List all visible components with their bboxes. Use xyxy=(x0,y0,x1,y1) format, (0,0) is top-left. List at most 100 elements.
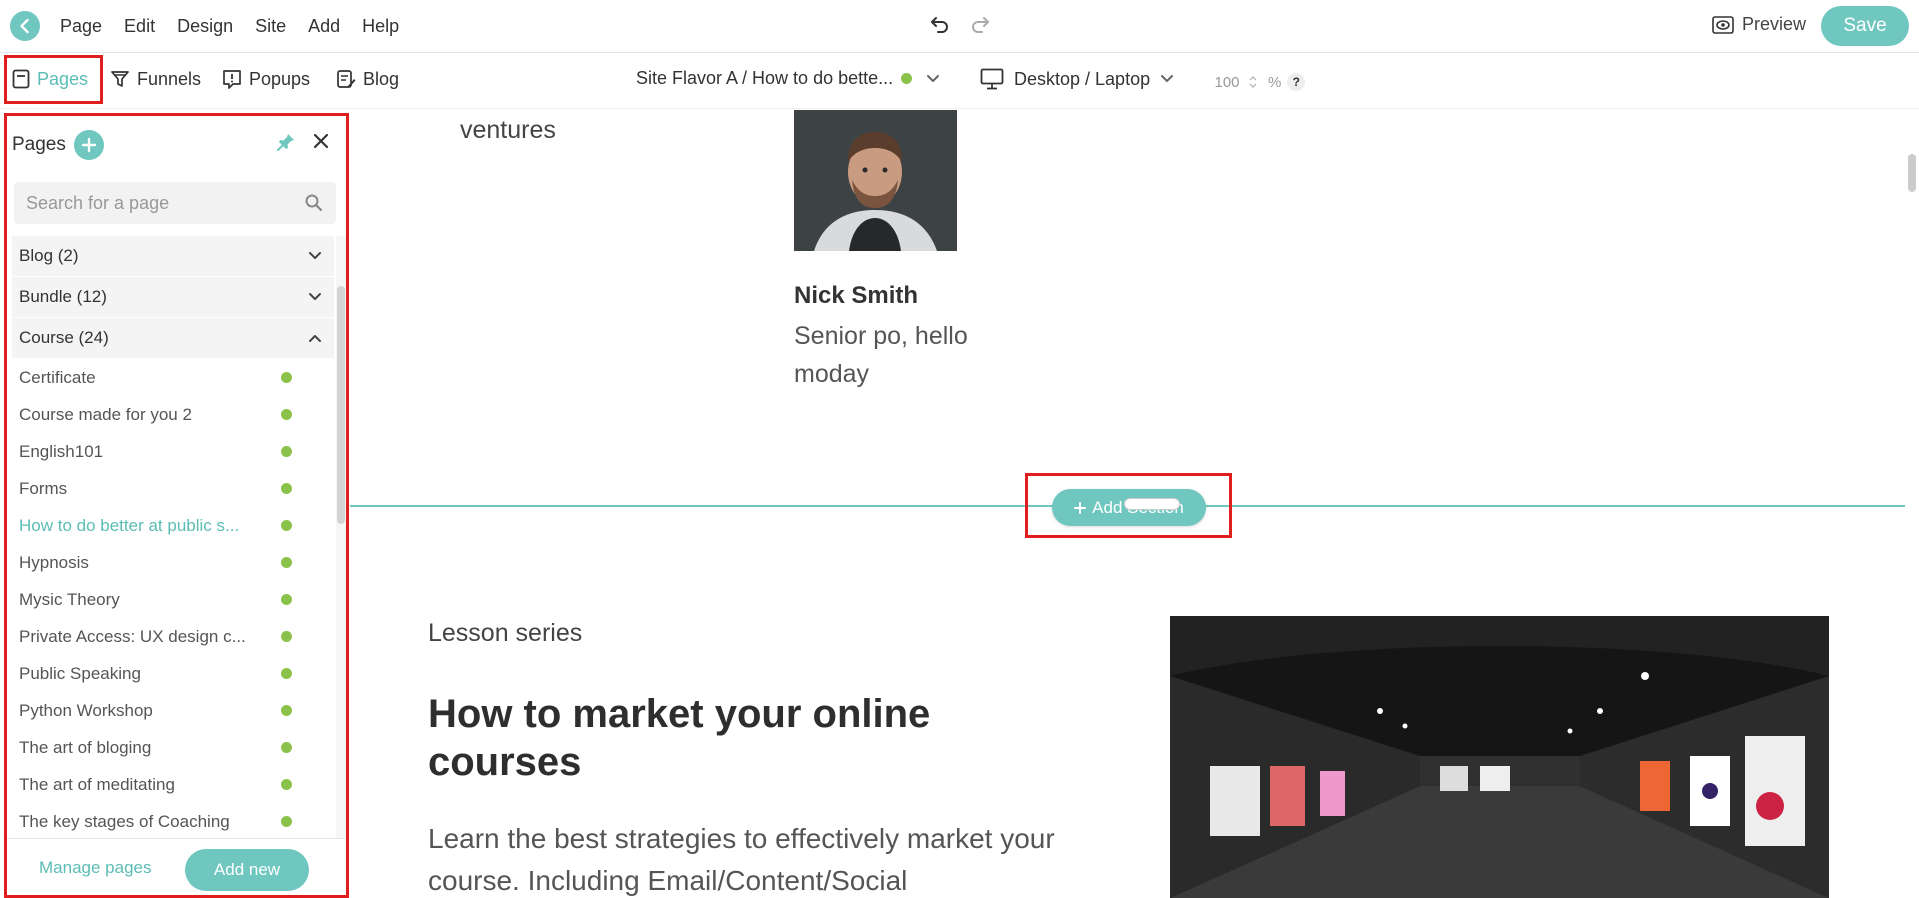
resize-handle[interactable] xyxy=(1124,498,1180,510)
gallery-image[interactable] xyxy=(1170,616,1829,898)
zoom-input[interactable]: 100 xyxy=(1210,70,1262,94)
chevron-down-icon xyxy=(927,74,940,82)
list-item[interactable]: Private Access: UX design c... xyxy=(12,618,334,655)
chevron-down-icon xyxy=(309,252,321,259)
list-item[interactable]: Hypnosis xyxy=(12,544,334,581)
editor-toolbar: Pages Funnels Popups Blog Site Flavor A … xyxy=(0,54,1919,109)
list-item[interactable]: Python Workshop xyxy=(12,692,334,729)
tab-funnels[interactable]: Funnels xyxy=(110,54,201,104)
group-label: Blog (2) xyxy=(19,246,79,265)
monitor-icon xyxy=(980,68,1004,90)
panel-title: Pages xyxy=(12,134,66,155)
group-label: Bundle (12) xyxy=(19,287,107,306)
search-input[interactable] xyxy=(26,192,304,214)
page-name: Private Access: UX design c... xyxy=(19,626,246,646)
page-name: Python Workshop xyxy=(19,700,153,720)
panel-scrollbar-thumb[interactable] xyxy=(337,286,345,524)
page-name: The art of meditating xyxy=(19,774,175,794)
status-dot xyxy=(281,446,292,457)
tab-pages[interactable]: Pages xyxy=(12,54,88,104)
status-dot xyxy=(281,816,292,827)
menu-item-page[interactable]: Page xyxy=(60,16,102,37)
avatar[interactable] xyxy=(794,110,957,251)
plus-icon xyxy=(81,137,97,153)
chevron-left-icon xyxy=(20,18,29,34)
pin-icon[interactable] xyxy=(276,132,296,152)
status-dot xyxy=(281,594,292,605)
preview-label: Preview xyxy=(1742,14,1807,34)
menu-item-site[interactable]: Site xyxy=(255,16,286,37)
person-role: Senior po, hello moday xyxy=(794,322,968,388)
group-course[interactable]: Course (24) xyxy=(12,318,334,359)
zoom-control: 100 % ? xyxy=(1210,70,1306,94)
page-name: Mysic Theory xyxy=(19,589,120,609)
site-flavor-label: Site Flavor A / How to do bette... xyxy=(636,68,894,88)
lesson-label: Lesson series xyxy=(428,619,583,647)
list-item[interactable]: Forms xyxy=(12,470,334,507)
list-item-active[interactable]: How to do better at public s... xyxy=(12,507,334,544)
page-name: Public Speaking xyxy=(19,663,141,683)
help-icon[interactable]: ? xyxy=(1287,73,1306,91)
list-item[interactable]: Mysic Theory xyxy=(12,581,334,618)
gallery-photo xyxy=(1170,616,1829,898)
device-selector[interactable]: Desktop / Laptop xyxy=(980,68,1174,90)
add-new-button[interactable]: Add new xyxy=(185,849,309,891)
page-groups: Blog (2) Bundle (12) Course (24) xyxy=(12,236,334,359)
person-name: Nick Smith xyxy=(794,282,919,309)
list-item[interactable]: The art of bloging xyxy=(12,729,334,766)
save-button[interactable]: Save xyxy=(1821,6,1909,46)
panel-footer: Manage pages Add new xyxy=(6,838,348,898)
back-button[interactable] xyxy=(10,11,40,41)
page-name: Hypnosis xyxy=(19,552,89,572)
page-name: Course made for you 2 xyxy=(19,404,192,424)
status-dot xyxy=(281,742,292,753)
main-menu: Page Edit Design Site Add Help xyxy=(60,0,399,53)
redo-icon[interactable] xyxy=(968,13,992,37)
chevron-up-icon xyxy=(309,335,321,342)
preview-button[interactable]: Preview xyxy=(1712,14,1806,35)
editor-app: Page Edit Design Site Add Help Preview S… xyxy=(0,0,1919,898)
close-icon[interactable] xyxy=(312,132,330,150)
pages-panel: Pages Blog (2) Bundle (12) Course (24) xyxy=(6,114,348,898)
list-item[interactable]: Course made for you 2 xyxy=(12,396,334,433)
page-search xyxy=(14,182,336,224)
tab-pages-label: Pages xyxy=(37,68,89,89)
list-item[interactable]: The art of meditating xyxy=(12,766,334,803)
page-name: The art of bloging xyxy=(19,737,152,757)
list-item[interactable]: Certificate xyxy=(12,359,334,396)
site-flavor-selector[interactable]: Site Flavor A / How to do bette... xyxy=(636,68,940,89)
status-dot xyxy=(281,483,292,494)
page-name: How to do better at public s... xyxy=(19,515,240,535)
menu-item-edit[interactable]: Edit xyxy=(124,16,155,37)
device-label: Desktop / Laptop xyxy=(1014,68,1151,89)
menu-item-add[interactable]: Add xyxy=(308,16,340,37)
canvas-scrollbar-thumb[interactable] xyxy=(1908,154,1916,192)
tab-funnels-label: Funnels xyxy=(137,68,202,89)
list-item[interactable]: English101 xyxy=(12,433,334,470)
group-label: Course (24) xyxy=(19,328,109,347)
menu-item-design[interactable]: Design xyxy=(177,16,233,37)
menu-item-help[interactable]: Help xyxy=(362,16,399,37)
list-item[interactable]: Public Speaking xyxy=(12,655,334,692)
manage-pages-link[interactable]: Manage pages xyxy=(39,858,151,878)
popup-icon xyxy=(223,70,241,89)
zoom-unit: % xyxy=(1268,73,1282,91)
tab-popups[interactable]: Popups xyxy=(222,54,310,104)
panel-header: Pages xyxy=(12,130,104,160)
add-page-button[interactable] xyxy=(73,130,104,160)
course-description: Learn the best strategies to effectively… xyxy=(428,823,1055,896)
zoom-value: 100 xyxy=(1214,73,1240,91)
group-blog[interactable]: Blog (2) xyxy=(12,236,334,277)
status-dot xyxy=(281,372,292,383)
portrait-image xyxy=(794,110,957,251)
status-dot xyxy=(281,520,292,531)
tab-blog-label: Blog xyxy=(363,68,400,89)
status-dot xyxy=(281,631,292,642)
group-bundle[interactable]: Bundle (12) xyxy=(12,277,334,318)
page-icon xyxy=(12,69,30,89)
stepper-icon[interactable] xyxy=(1248,74,1258,90)
list-item[interactable]: The key stages of Coaching xyxy=(12,803,334,840)
blog-icon xyxy=(337,70,356,88)
undo-icon[interactable] xyxy=(928,13,952,37)
tab-blog[interactable]: Blog xyxy=(336,54,399,104)
